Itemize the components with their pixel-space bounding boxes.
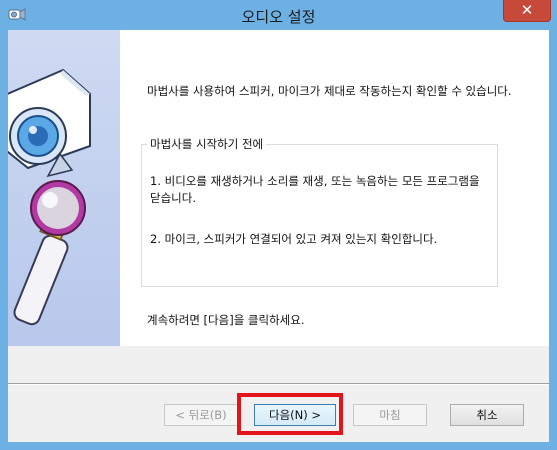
microphone-icon [13,180,86,326]
finish-button[interactable]: 마침 [353,404,427,426]
audio-setup-window: 오디오 설정 ✕ 마법사를 사용하여 스피커, 마이크가 제대로 작동하는지 확… [0,0,557,450]
group-legend: 마법사를 시작하기 전에 [147,136,267,152]
title-bar[interactable]: 오디오 설정 ✕ [0,0,557,30]
before-start-group: 마법사를 시작하기 전에 1. 비디오를 재생하거나 소리를 재생, 또는 녹음… [141,136,498,287]
intro-text: 마법사를 사용하여 스피커, 마이크가 제대로 작동하는지 확인할 수 있습니다… [147,84,512,98]
continue-instruction: 계속하려면 [다음]을 클릭하세요. [147,313,305,327]
close-button[interactable]: ✕ [503,0,551,22]
button-separator [8,383,549,385]
wizard-main-panel: 마법사를 사용하여 스피커, 마이크가 제대로 작동하는지 확인할 수 있습니다… [120,30,549,346]
next-button-highlight [237,393,343,435]
wizard-client-area: 마법사를 사용하여 스피커, 마이크가 제대로 작동하는지 확인할 수 있습니다… [8,30,549,442]
window-title: 오디오 설정 [241,8,316,26]
cancel-button[interactable]: 취소 [450,404,524,426]
wizard-side-panel [8,30,120,346]
step-1-text: 1. 비디오를 재생하거나 소리를 재생, 또는 녹음하는 모든 프로그램을 닫… [150,174,480,205]
webcam-icon [8,68,91,178]
back-button[interactable]: < 뒤로(B) [164,404,238,426]
step-2-text: 2. 마이크, 스피커가 연결되어 있고 켜져 있는지 확인합니다. [150,232,438,246]
